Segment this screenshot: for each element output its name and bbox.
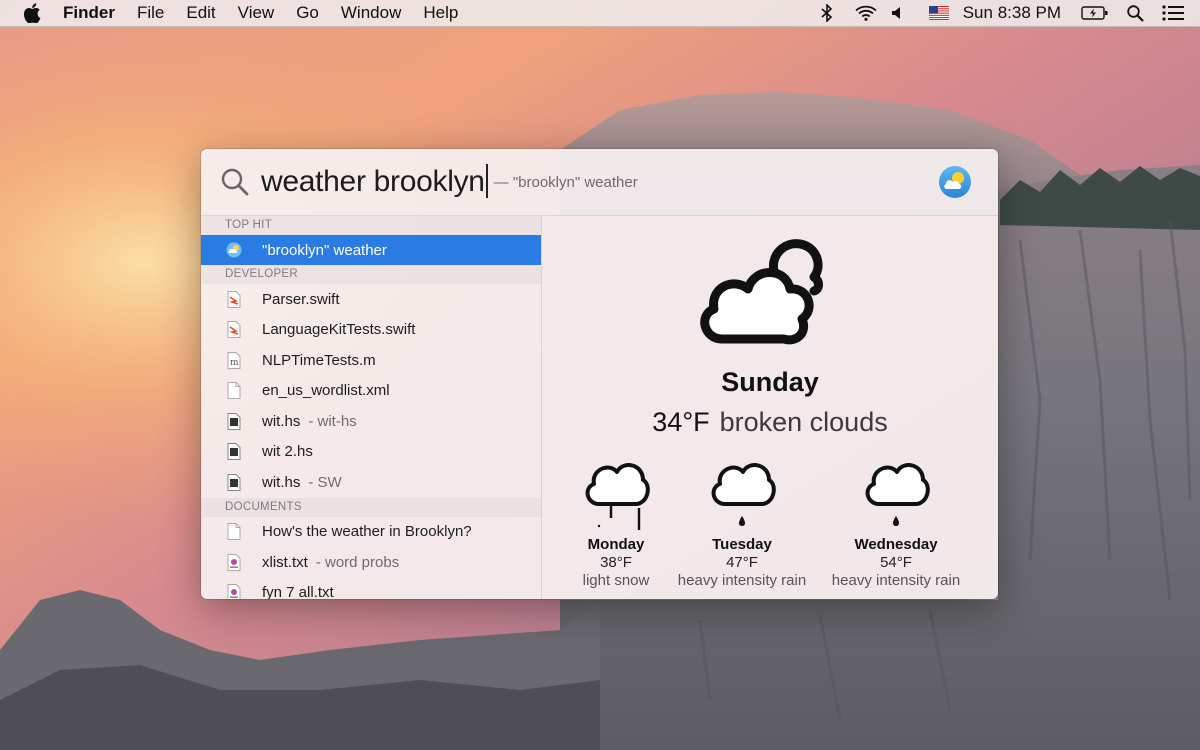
menu-help[interactable]: Help: [423, 0, 458, 26]
notification-center-icon[interactable]: [1162, 5, 1184, 21]
result-label: fyn 7 all.txt: [262, 584, 334, 599]
menu-go[interactable]: Go: [296, 0, 319, 26]
wifi-icon[interactable]: [855, 5, 877, 21]
app-menu-finder[interactable]: Finder: [63, 0, 115, 26]
swift-file-icon: [226, 290, 242, 308]
result-label: "brooklyn" weather: [262, 241, 387, 259]
spotlight-search-input[interactable]: weather brooklyn — "brooklyn" weather: [261, 163, 638, 202]
apple-menu-icon[interactable]: [23, 3, 43, 23]
menu-view[interactable]: View: [238, 0, 275, 26]
weather-app-icon: [938, 165, 972, 199]
objc-file-icon: m: [226, 351, 242, 369]
weather-app-icon: [226, 241, 242, 259]
today-temperature: 34°F: [652, 407, 710, 437]
result-label: en_us_wordlist.xml: [262, 382, 390, 400]
forecast-day-label: Tuesday: [712, 536, 772, 553]
text-file-icon: [226, 584, 242, 599]
broken-clouds-icon: [692, 231, 827, 354]
forecast-day-wednesday: Wednesday 54°F heavy intensity rain: [816, 456, 976, 589]
forecast-day-label: Wednesday: [854, 536, 938, 553]
rain-cloud-icon: [662, 456, 822, 532]
volume-icon[interactable]: [891, 6, 905, 20]
exec-file-icon: [226, 443, 242, 461]
result-row-nlptimetests-m[interactable]: m NLPTimeTests.m: [201, 345, 541, 376]
today-conditions: 34°F broken clouds: [542, 407, 998, 438]
result-row-wit-hs[interactable]: wit.hs - wit-hs: [201, 406, 541, 437]
today-day: Sunday: [721, 367, 819, 397]
battery-charging-icon[interactable]: [1081, 5, 1109, 21]
search-query-text: weather brooklyn: [261, 165, 485, 198]
results-list: TOP HIT "brooklyn" weather DEVELOPER Par…: [201, 216, 542, 599]
us-flag-input-icon[interactable]: [928, 6, 949, 20]
menubar-clock[interactable]: Sun 8:38 PM: [963, 3, 1061, 23]
result-row-fyn-7-all-txt[interactable]: fyn 7 all.txt: [201, 578, 541, 599]
weather-preview-pane: Sunday 34°F broken clouds Monday 38°F lig…: [542, 216, 998, 599]
today-condition-text: broken clouds: [719, 407, 888, 437]
search-completion-hint: — "brooklyn" weather: [493, 174, 638, 191]
result-sublabel: - wit-hs: [308, 412, 357, 430]
menu-bar: Finder File Edit View Go Window Help Sun…: [0, 0, 1200, 27]
forecast-condition: heavy intensity rain: [831, 572, 961, 589]
result-row-wit-2-hs[interactable]: wit 2.hs: [201, 437, 541, 468]
spotlight-search-bar: weather brooklyn — "brooklyn" weather: [201, 149, 998, 216]
blank-file-icon: [226, 382, 242, 400]
result-row-xlist-txt[interactable]: xlist.txt - word probs: [201, 547, 541, 578]
result-sublabel: - word probs: [315, 553, 400, 571]
swift-file-icon: [226, 321, 242, 339]
section-header-top-hit: TOP HIT: [201, 216, 541, 235]
svg-text:m: m: [230, 358, 239, 368]
section-header-documents: DOCUMENTS: [201, 497, 541, 517]
result-row-parser-swift[interactable]: Parser.swift: [201, 284, 541, 315]
result-label: wit.hs: [262, 412, 301, 430]
section-header-developer: DEVELOPER: [201, 265, 541, 284]
result-row-en-us-wordlist-xml[interactable]: en_us_wordlist.xml: [201, 376, 541, 407]
rain-cloud-icon: [816, 456, 976, 532]
search-icon: [220, 167, 250, 197]
result-row-hows-the-weather[interactable]: How's the weather in Brooklyn?: [201, 517, 541, 548]
result-row-languagekittests-swift[interactable]: LanguageKitTests.swift: [201, 315, 541, 346]
exec-file-icon: [226, 473, 242, 491]
result-label: Parser.swift: [262, 290, 340, 308]
result-label: wit.hs: [262, 473, 301, 491]
forecast-condition: heavy intensity rain: [677, 572, 807, 589]
forecast-temperature: 47°F: [726, 554, 758, 571]
result-label: xlist.txt: [262, 553, 308, 571]
result-row-brooklyn-weather[interactable]: "brooklyn" weather: [201, 235, 541, 265]
blank-file-icon: [226, 523, 242, 541]
spotlight-window: weather brooklyn — "brooklyn" weather TOP…: [201, 149, 998, 599]
forecast-day-tuesday: Tuesday 47°F heavy intensity rain: [662, 456, 822, 589]
menu-edit[interactable]: Edit: [186, 0, 215, 26]
result-row-wit-hs-sw[interactable]: wit.hs - SW: [201, 467, 541, 498]
text-caret: [485, 164, 488, 198]
exec-file-icon: [226, 412, 242, 430]
spotlight-icon[interactable]: [1127, 4, 1144, 22]
bluetooth-icon[interactable]: [821, 4, 833, 22]
result-sublabel: - SW: [308, 473, 342, 491]
result-label: wit 2.hs: [262, 443, 313, 461]
result-label: LanguageKitTests.swift: [262, 321, 416, 339]
result-label: How's the weather in Brooklyn?: [262, 523, 472, 541]
forecast-temperature: 54°F: [880, 554, 912, 571]
menu-window[interactable]: Window: [341, 0, 401, 26]
menu-file[interactable]: File: [137, 0, 164, 26]
text-file-icon: [226, 553, 242, 571]
result-label: NLPTimeTests.m: [262, 351, 376, 369]
